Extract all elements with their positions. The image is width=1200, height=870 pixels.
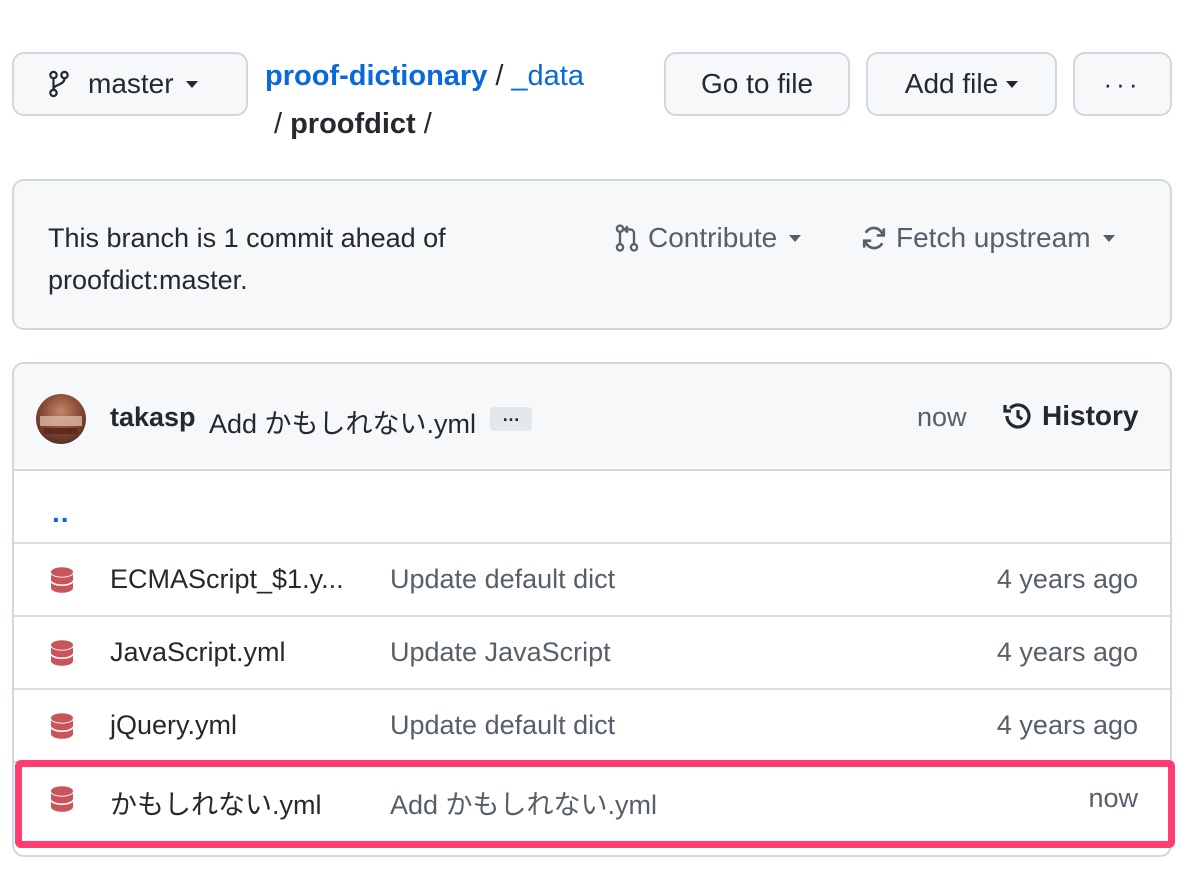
contribute-label: Contribute <box>648 222 778 253</box>
breadcrumb-repo-link[interactable]: proof-dictionary <box>265 60 487 92</box>
contribute-dropdown[interactable]: Contribute <box>614 217 802 259</box>
go-to-file-button[interactable]: Go to file <box>664 52 850 116</box>
breadcrumb-separator: / <box>495 60 504 92</box>
parent-directory-row[interactable]: .. <box>14 471 1170 544</box>
file-commit-time: 4 years ago <box>996 710 1138 740</box>
file-row[interactable]: かもしれない.yml Add かもしれない.yml now <box>14 763 1170 836</box>
chevron-down-icon <box>789 234 802 242</box>
chevron-down-icon <box>1102 234 1115 242</box>
file-commit-message-link[interactable]: Update default dict <box>390 710 615 741</box>
branch-ahead-message: This branch is 1 commit ahead of proofdi… <box>48 223 446 295</box>
file-row[interactable]: ECMAScript_$1.y... Update default dict 4… <box>14 544 1170 617</box>
fetch-upstream-label: Fetch upstream <box>896 222 1091 253</box>
sync-icon <box>862 226 886 250</box>
database-icon <box>50 712 74 749</box>
branch-selector-button[interactable]: master <box>12 52 248 116</box>
add-file-button[interactable]: Add file <box>866 52 1057 116</box>
database-icon <box>50 785 74 822</box>
file-row[interactable]: JavaScript.yml Update JavaScript 4 years… <box>14 617 1170 690</box>
file-name-link[interactable]: ECMAScript_$1.y... <box>110 564 344 595</box>
breadcrumb-current: proofdict <box>290 108 416 140</box>
chevron-down-icon <box>185 80 198 88</box>
file-list: takasp Add かもしれない.yml … now History .. E… <box>12 362 1172 857</box>
commit-time: now <box>917 402 967 432</box>
file-commit-time: 4 years ago <box>996 564 1138 594</box>
file-commit-message-link[interactable]: Update JavaScript <box>390 637 611 668</box>
more-options-button[interactable]: ··· <box>1073 52 1172 116</box>
file-commit-message-link[interactable]: Add かもしれない.yml <box>390 783 657 822</box>
file-row[interactable]: jQuery.yml Update default dict 4 years a… <box>14 690 1170 763</box>
history-icon <box>1003 403 1031 429</box>
git-branch-icon <box>49 70 69 98</box>
go-to-file-label: Go to file <box>700 68 814 99</box>
pull-request-icon <box>615 224 639 252</box>
breadcrumb-separator: / <box>274 108 283 140</box>
database-icon <box>50 566 74 603</box>
file-name-link[interactable]: jQuery.yml <box>110 710 237 741</box>
file-commit-time: now <box>1088 783 1138 813</box>
kebab-icon: ··· <box>1103 68 1142 99</box>
breadcrumb: proof-dictionary / _data <box>265 58 584 94</box>
commit-expand-button[interactable]: … <box>490 406 532 431</box>
commit-message-link[interactable]: Add かもしれない.yml <box>209 402 476 441</box>
latest-commit-bar: takasp Add かもしれない.yml … now History <box>14 364 1170 471</box>
commit-author-link[interactable]: takasp <box>110 402 196 433</box>
branch-status-banner: This branch is 1 commit ahead of proofdi… <box>12 179 1172 330</box>
fetch-upstream-dropdown[interactable]: Fetch upstream <box>860 217 1115 259</box>
breadcrumb-dir-link[interactable]: _data <box>511 60 584 92</box>
add-file-label: Add file <box>904 68 999 99</box>
history-label: History <box>1042 400 1139 431</box>
chevron-down-icon <box>1006 80 1019 88</box>
file-name-link[interactable]: JavaScript.yml <box>110 637 286 668</box>
parent-directory-link[interactable]: .. <box>52 497 70 529</box>
branch-name: master <box>88 68 174 99</box>
breadcrumb-separator: / <box>423 108 432 140</box>
avatar[interactable] <box>36 394 86 444</box>
file-commit-message-link[interactable]: Update default dict <box>390 564 615 595</box>
file-name-link[interactable]: かもしれない.yml <box>110 783 322 822</box>
breadcrumb-continued: / proofdict / <box>274 106 440 142</box>
file-commit-time: 4 years ago <box>996 637 1138 667</box>
history-link[interactable]: History <box>1002 400 1138 432</box>
database-icon <box>50 639 74 676</box>
